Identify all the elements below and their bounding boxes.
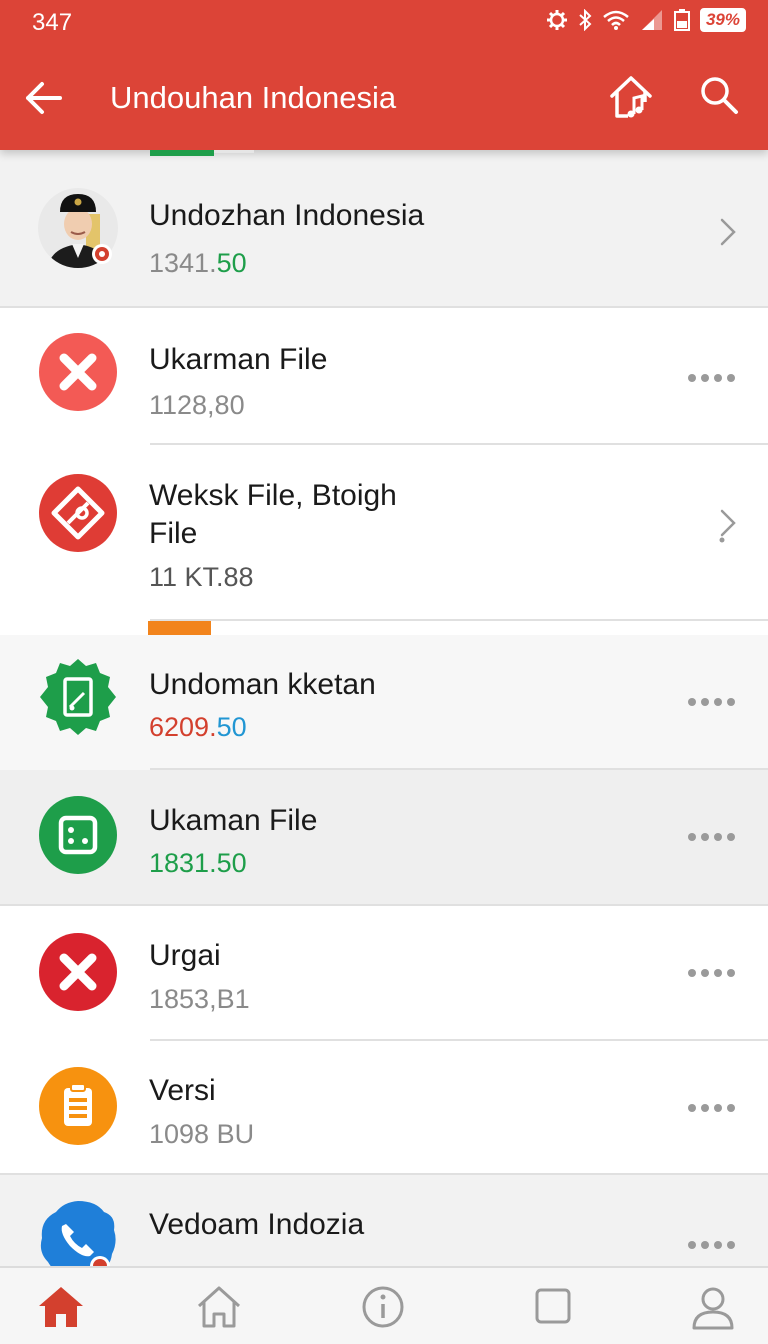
home-music-icon[interactable] bbox=[606, 72, 656, 122]
list-item-subtitle: 6209.50 bbox=[149, 712, 247, 743]
close-circle-icon bbox=[39, 933, 117, 1011]
wifi-icon bbox=[603, 10, 629, 30]
battery-small-icon bbox=[673, 9, 690, 31]
list-item-title: Undoman kketan bbox=[149, 668, 376, 701]
search-icon[interactable] bbox=[696, 72, 742, 118]
list-item-title: Ukarman File bbox=[149, 343, 328, 376]
subtitle-main: 1341. bbox=[149, 248, 217, 278]
home-filled-icon[interactable] bbox=[36, 1284, 86, 1330]
list-item-title: Ukaman File bbox=[149, 804, 318, 837]
more-dots-icon[interactable] bbox=[686, 692, 738, 712]
calculator-circle-icon bbox=[39, 796, 117, 874]
subtitle-accent: 50 bbox=[216, 712, 247, 742]
list-item-subtitle: 1341.50 bbox=[149, 248, 247, 279]
list-item-subtitle: 1128,80 bbox=[149, 390, 245, 420]
list-item-subtitle: 1831.50 bbox=[149, 848, 247, 878]
list-item-title: Vedoam Indozia bbox=[149, 1208, 365, 1241]
badge-document-icon bbox=[40, 659, 116, 735]
list-item[interactable]: Urgai 1853,B1 bbox=[0, 906, 768, 1041]
list-item[interactable]: Ukarman File 1128,80 bbox=[0, 308, 768, 445]
list-item[interactable]: Versi 1098 BU bbox=[0, 1041, 768, 1175]
list-item-title: Versi bbox=[149, 1074, 216, 1107]
bottom-navigation bbox=[0, 1266, 768, 1344]
tab-indicator-active bbox=[150, 150, 214, 156]
divider bbox=[150, 619, 768, 621]
chevron-right-icon[interactable] bbox=[712, 503, 742, 543]
back-arrow-icon[interactable] bbox=[20, 74, 68, 122]
bluetooth-icon bbox=[579, 9, 592, 31]
list-item[interactable]: Undozhan Indonesia 1341.50 bbox=[0, 150, 768, 308]
more-dots-icon[interactable] bbox=[686, 1098, 738, 1118]
list-item[interactable]: Ukaman File 1831.50 bbox=[0, 770, 768, 906]
list-item[interactable]: Weksk File, Btoigh File 11 KT.88 bbox=[0, 445, 768, 621]
home-outline-icon[interactable] bbox=[194, 1284, 244, 1330]
list-item[interactable]: Vedoam Indozia bbox=[0, 1175, 768, 1266]
list-item-subtitle: 11 KT.88 bbox=[149, 562, 254, 592]
avatar bbox=[38, 188, 118, 268]
status-icons: 39% bbox=[546, 8, 746, 32]
list-item[interactable]: Undoman kketan 6209.50 bbox=[0, 635, 768, 770]
more-dots-icon[interactable] bbox=[686, 368, 738, 388]
list-item-title: Undozhan Indonesia bbox=[149, 199, 425, 232]
battery-level: 39% bbox=[699, 8, 746, 32]
list-item-title-line2: File bbox=[149, 517, 198, 550]
list-item-title: Urgai bbox=[149, 939, 221, 972]
status-time: 347 bbox=[32, 9, 73, 36]
more-dots-icon[interactable] bbox=[686, 827, 738, 847]
chevron-right-icon[interactable] bbox=[712, 212, 742, 252]
signal-icon bbox=[641, 10, 662, 30]
list-item-subtitle: 1098 BU bbox=[149, 1119, 255, 1149]
list-item-title: Weksk File, Btoigh bbox=[149, 479, 397, 512]
clipboard-circle-icon bbox=[39, 1067, 117, 1145]
toolbar: Undouhan Indonesia bbox=[0, 52, 768, 142]
more-dots-icon[interactable] bbox=[686, 1235, 738, 1255]
square-icon[interactable] bbox=[528, 1284, 578, 1330]
more-dots-icon[interactable] bbox=[686, 963, 738, 983]
close-circle-icon bbox=[39, 333, 117, 411]
status-bar: 347 39% bbox=[0, 0, 768, 46]
phone-circle-icon bbox=[40, 1201, 116, 1266]
info-icon[interactable] bbox=[358, 1284, 408, 1330]
subtitle-accent: 50 bbox=[216, 248, 247, 278]
profile-icon[interactable] bbox=[688, 1284, 738, 1330]
subtitle-main: 6209. bbox=[149, 712, 217, 742]
tag-circle-icon bbox=[39, 474, 117, 552]
settings-gear-icon bbox=[546, 10, 567, 30]
file-list: Undozhan Indonesia 1341.50 Ukarman File … bbox=[0, 150, 768, 1266]
page-title: Undouhan Indonesia bbox=[110, 80, 397, 115]
app-bar: 347 39% Undouhan Indonesia bbox=[0, 0, 768, 150]
list-item-subtitle: 1853,B1 bbox=[149, 984, 250, 1014]
download-progress-bar bbox=[148, 621, 211, 635]
tab-indicator-inactive bbox=[214, 150, 254, 153]
